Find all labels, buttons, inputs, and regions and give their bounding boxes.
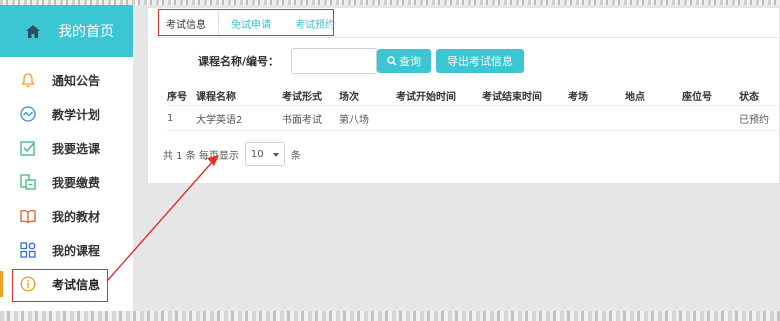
column-header: 场次: [339, 91, 359, 103]
search-icon: [387, 56, 397, 66]
chart-icon: [20, 106, 36, 122]
pager-suffix: 条: [290, 150, 301, 162]
page-size-value: 10: [250, 148, 264, 160]
column-header: 座位号: [682, 91, 712, 103]
column-header: 考试开始时间: [396, 91, 456, 103]
column-header: 地点: [625, 91, 645, 103]
sidebar-item-label: 通知公告: [52, 73, 101, 88]
sidebar-item-label: 我的课程: [52, 243, 101, 258]
table-header-row: 序号 课程名称 考试形式 场次 考试开始时间 考试结束时间 考场 地点 座位号 …: [167, 85, 780, 105]
course-filter-label: 课程名称/编号：: [198, 55, 280, 68]
sidebar-item-my-courses[interactable]: 我的课程: [0, 233, 133, 267]
sidebar-home-label: 我的首页: [58, 24, 114, 40]
sidebar-item-label: 我要缴费: [52, 175, 101, 190]
column-header: 考场: [568, 91, 588, 103]
table-row[interactable]: 1 大学英语2 书面考试 第八场 已预约: [167, 105, 780, 131]
query-button-label: 查询: [399, 55, 421, 68]
sidebar-item-payment[interactable]: 我要缴费: [0, 165, 133, 199]
table-cell: 书面考试: [282, 114, 322, 126]
sidebar-item-select-course[interactable]: 我要选课: [0, 131, 133, 165]
column-header: 状态: [739, 91, 759, 103]
table-cell: 已预约: [739, 114, 769, 126]
table-cell: 1: [167, 112, 174, 124]
sidebar-item-label: 我要选课: [52, 141, 101, 156]
column-header: 考试形式: [282, 91, 322, 103]
column-header: 考试结束时间: [482, 91, 542, 103]
column-header: 课程名称: [196, 91, 236, 103]
filter-bar: 课程名称/编号：: [198, 48, 378, 74]
exam-table: 序号 课程名称 考试形式 场次 考试开始时间 考试结束时间 考场 地点 座位号 …: [167, 85, 780, 131]
table-cell: 第八场: [339, 114, 369, 126]
grid-icon: [20, 242, 36, 258]
annotation-box-tabs: [158, 9, 334, 36]
annotation-box-sidebar: [12, 269, 108, 302]
table-cell: 大学英语2: [196, 114, 243, 126]
book-icon: [20, 208, 36, 224]
sidebar: 我的首页 通知公告 教学计划 我要选课 我要缴费 我的教材 我的课程 考试信息: [0, 5, 133, 311]
home-icon: [26, 24, 46, 38]
pagination: 共 1 条 每页显示 10 条: [163, 142, 301, 166]
bell-icon: [20, 72, 36, 88]
payment-icon: [20, 174, 36, 190]
course-search-input[interactable]: [291, 48, 378, 74]
torn-edge-bottom: [0, 311, 780, 321]
sidebar-item-textbook[interactable]: 我的教材: [0, 199, 133, 233]
sidebar-home[interactable]: 我的首页: [0, 5, 133, 57]
sidebar-item-plan[interactable]: 教学计划: [0, 97, 133, 131]
page-size-select[interactable]: 10: [244, 142, 285, 166]
sidebar-item-notice[interactable]: 通知公告: [0, 63, 133, 97]
column-header: 序号: [167, 91, 187, 103]
sidebar-item-label: 教学计划: [52, 107, 101, 122]
checklist-icon: [20, 140, 36, 156]
sidebar-nav: 通知公告 教学计划 我要选课 我要缴费 我的教材 我的课程 考试信息: [0, 57, 133, 301]
export-button[interactable]: 导出考试信息: [436, 49, 524, 73]
chevron-down-icon: [272, 149, 279, 160]
query-button[interactable]: 查询: [377, 49, 431, 73]
sidebar-item-label: 我的教材: [52, 209, 101, 224]
pager-prefix: 共 1 条 每页显示: [163, 150, 239, 162]
